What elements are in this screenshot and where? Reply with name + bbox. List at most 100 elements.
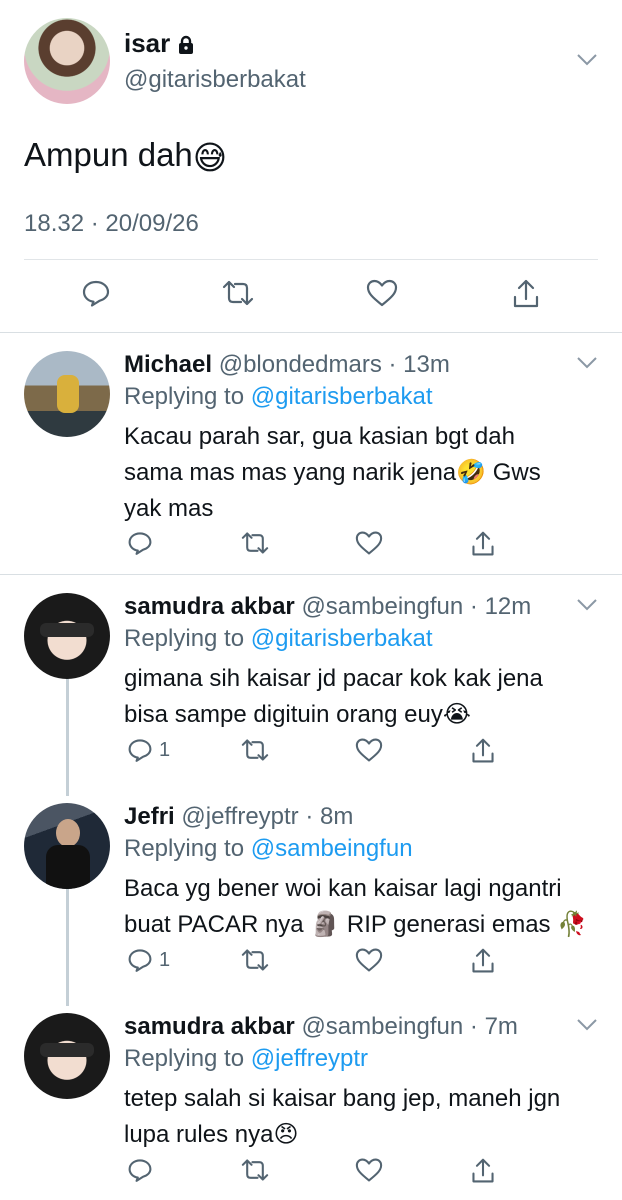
reply-header: samudra akbar @sambeingfun · 7m xyxy=(124,1013,518,1041)
tweet-emoji: 😅 xyxy=(192,138,228,176)
reply-tweet[interactable]: Jefri @jeffreyptr · 8m Replying to @samb… xyxy=(0,785,622,995)
chevron-down-icon[interactable] xyxy=(575,52,599,68)
reply-text-line: Baca yg bener woi kan kaisar lagi ngantr… xyxy=(124,875,562,902)
reply-emoji: 🗿 xyxy=(310,911,341,938)
avatar[interactable] xyxy=(24,351,110,437)
avatar-body xyxy=(46,845,90,889)
author-name[interactable]: samudra akbar xyxy=(124,593,295,620)
retweet-button[interactable] xyxy=(240,530,270,556)
reply-time[interactable]: 13m xyxy=(403,351,450,378)
replying-to-label: Replying to xyxy=(124,1045,245,1072)
reply-icon xyxy=(128,1159,152,1182)
retweet-icon xyxy=(241,532,269,554)
avatar[interactable] xyxy=(24,593,110,679)
reply-tweet[interactable]: samudra akbar @sambeingfun · 12m Replyin… xyxy=(0,575,622,785)
reply-count: 1 xyxy=(159,948,171,971)
avatar[interactable] xyxy=(24,18,110,104)
reply-button[interactable] xyxy=(81,278,111,308)
reply-button[interactable]: 1 xyxy=(127,947,170,973)
chevron-down-icon[interactable] xyxy=(575,1017,599,1033)
reply-text: tetep salah si kaisar bang jep, maneh jg… xyxy=(124,1081,594,1153)
avatar[interactable] xyxy=(24,1013,110,1099)
share-button[interactable] xyxy=(470,1157,496,1185)
like-icon xyxy=(366,279,398,307)
share-button[interactable] xyxy=(470,947,496,975)
reply-header: Michael @blondedmars · 13m xyxy=(124,351,450,379)
reply-emoji: 😭 xyxy=(442,701,471,728)
reply-text-line: bisa sampe digituin orang euy😭 xyxy=(124,697,594,733)
author-handle[interactable]: @sambeingfun xyxy=(301,593,463,620)
like-button[interactable] xyxy=(355,530,383,556)
reply-icon xyxy=(128,532,152,555)
author-handle[interactable]: @gitarisberbakat xyxy=(124,66,306,94)
author-handle[interactable]: @jeffreyptr xyxy=(181,803,298,830)
avatar-glasses xyxy=(40,1043,94,1057)
like-button[interactable] xyxy=(355,1157,383,1183)
lock-icon xyxy=(179,35,193,54)
replying-to-label: Replying to xyxy=(124,625,245,652)
reply-text-segment: Gws xyxy=(486,459,541,486)
retweet-icon xyxy=(241,1159,269,1181)
like-icon xyxy=(355,1158,383,1182)
retweet-button[interactable] xyxy=(221,278,255,308)
retweet-button[interactable] xyxy=(240,737,270,763)
reply-button[interactable] xyxy=(127,530,159,556)
author-handle[interactable]: @blondedmars xyxy=(219,351,382,378)
reply-text-segment: lupa rules nya xyxy=(124,1121,274,1148)
retweet-icon xyxy=(222,280,254,306)
share-button[interactable] xyxy=(511,278,541,310)
retweet-button[interactable] xyxy=(240,947,270,973)
author-name[interactable]: Michael xyxy=(124,351,212,378)
like-button[interactable] xyxy=(366,278,398,308)
like-button[interactable] xyxy=(355,737,383,763)
share-icon xyxy=(472,738,494,763)
retweet-button[interactable] xyxy=(240,1157,270,1183)
reply-button[interactable]: 1 xyxy=(127,737,170,763)
share-icon xyxy=(472,948,494,973)
author-name[interactable]: Jefri xyxy=(124,803,175,830)
reply-time[interactable]: 7m xyxy=(485,1013,518,1040)
reply-text-segment: RIP generasi emas xyxy=(340,911,558,938)
reply-tweet[interactable]: samudra akbar @sambeingfun · 7m Replying… xyxy=(0,995,622,1200)
author-name[interactable]: samudra akbar xyxy=(124,1013,295,1040)
reply-text-segment: bisa sampe digituin orang euy xyxy=(124,701,443,728)
replying-to: Replying to @gitarisberbakat xyxy=(124,625,433,653)
like-button[interactable] xyxy=(355,947,383,973)
avatar-figure xyxy=(57,375,79,413)
tweet-timestamp[interactable]: 18.32 · 20/09/26 xyxy=(24,210,199,238)
reply-button[interactable] xyxy=(127,1157,159,1183)
like-icon xyxy=(355,948,383,972)
reply-text-segment: buat PACAR nya xyxy=(124,911,311,938)
reply-text-line: tetep salah si kaisar bang jep, maneh jg… xyxy=(124,1085,561,1112)
share-button[interactable] xyxy=(470,530,496,558)
reply-time[interactable]: 8m xyxy=(320,803,353,830)
chevron-down-icon[interactable] xyxy=(575,355,599,371)
mention-link[interactable]: @gitarisberbakat xyxy=(251,383,433,410)
reply-tweet[interactable]: Michael @blondedmars · 13m Replying to @… xyxy=(0,333,622,573)
meta-separator: · xyxy=(463,1013,485,1040)
tweet-text-content: Ampun dah xyxy=(24,136,193,173)
like-icon xyxy=(355,531,383,555)
reply-count: 1 xyxy=(159,738,171,761)
mention-link[interactable]: @jeffreyptr xyxy=(251,1045,368,1072)
replying-to: Replying to @sambeingfun xyxy=(124,835,413,863)
mention-link[interactable]: @sambeingfun xyxy=(251,835,413,862)
avatar-glasses xyxy=(40,623,94,637)
reply-header: samudra akbar @sambeingfun · 12m xyxy=(124,593,531,621)
author-name[interactable]: isar xyxy=(124,28,170,59)
reply-time[interactable]: 12m xyxy=(485,593,532,620)
retweet-icon xyxy=(241,949,269,971)
mention-link[interactable]: @gitarisberbakat xyxy=(251,625,433,652)
chevron-down-icon[interactable] xyxy=(575,597,599,613)
reply-icon xyxy=(82,280,110,307)
author-handle[interactable]: @sambeingfun xyxy=(301,1013,463,1040)
avatar[interactable] xyxy=(24,803,110,889)
meta-separator: · xyxy=(298,803,320,830)
retweet-icon xyxy=(241,739,269,761)
divider xyxy=(24,259,598,260)
like-icon xyxy=(355,738,383,762)
share-button[interactable] xyxy=(470,737,496,765)
meta-separator: · xyxy=(381,351,404,378)
reply-header: Jefri @jeffreyptr · 8m xyxy=(124,803,353,831)
replying-to-label: Replying to xyxy=(124,835,245,862)
